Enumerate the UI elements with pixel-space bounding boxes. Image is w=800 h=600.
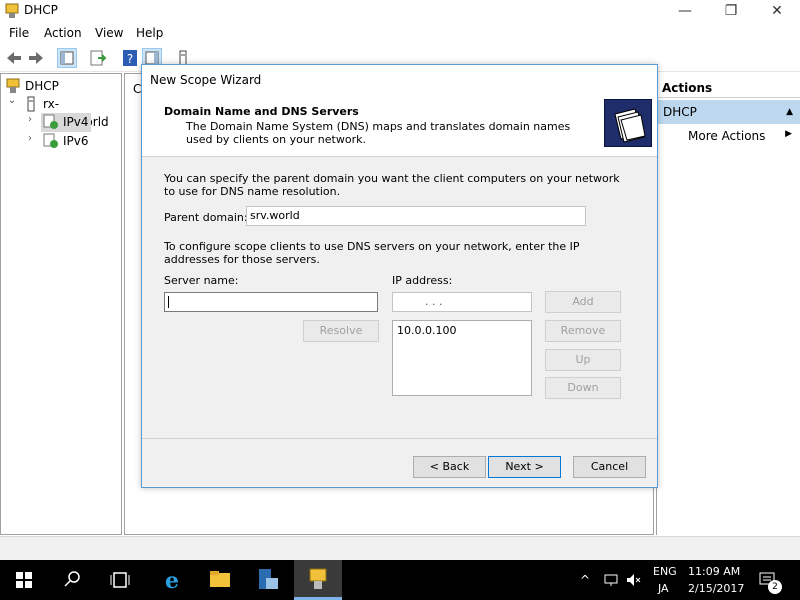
ipv6-node-icon [43,133,59,149]
tree-ipv4-label: IPv4 [63,115,89,129]
menu-bar: File Action View Help [0,22,800,44]
more-actions-link[interactable]: More Actions [688,127,765,145]
new-scope-wizard-dialog: New Scope Wizard Domain Name and DNS Ser… [141,64,658,488]
console-tree: DHCP ⌄ rx-7.srv.world › IPv4 › IPv6 [0,73,122,535]
ip-address-input[interactable]: . . . [392,292,532,312]
ip-address-list[interactable]: 10.0.0.100 [392,320,532,396]
close-button[interactable]: ✕ [754,0,800,22]
next-button[interactable]: Next > [488,456,561,478]
actions-section-label: DHCP [663,105,697,119]
actions-pane: Actions DHCP ▲ More Actions ▶ [656,73,800,535]
network-icon[interactable] [603,572,619,588]
chevron-right-icon[interactable]: › [25,133,35,151]
dhcp-root-icon [5,78,21,94]
server-node-icon [23,96,39,112]
menu-view[interactable]: View [95,26,123,40]
actions-header: Actions [657,78,800,98]
export-list-icon[interactable] [88,48,108,68]
back-arrow-icon[interactable] [4,48,24,68]
help-icon[interactable]: ? [120,48,140,68]
down-button[interactable]: Down [545,377,621,399]
chevron-down-icon[interactable]: ⌄ [7,95,17,113]
windows-start-icon[interactable] [0,560,48,600]
maximize-button[interactable]: ❐ [708,0,754,22]
notification-count-badge: 2 [768,580,782,594]
input-mode-indicator[interactable]: JA [658,582,669,596]
speaker-muted-icon[interactable] [625,572,641,588]
add-button[interactable]: Add [545,291,621,313]
chevron-right-icon[interactable]: › [25,114,35,132]
language-indicator[interactable]: ENG [653,565,677,579]
parent-domain-label: Parent domain: [164,211,248,224]
submenu-arrow-icon: ▶ [785,129,792,139]
menu-action[interactable]: Action [44,26,82,40]
wizard-title: New Scope Wizard [142,65,657,95]
title-bar: DHCP — ❐ ✕ [0,0,800,22]
forward-arrow-icon[interactable] [26,48,46,68]
taskbar: e ^ ENG JA 11:09 AM 2/15/2017 2 [0,560,800,600]
search-icon[interactable] [48,560,96,600]
tree-server[interactable]: rx-7.srv.world [43,95,121,129]
up-button[interactable]: Up [545,349,621,371]
remove-button[interactable]: Remove [545,320,621,342]
menu-file[interactable]: File [9,26,29,40]
clock-date[interactable]: 2/15/2017 [688,582,744,596]
ip-address-label: IP address: [392,274,453,287]
window-title: DHCP [24,3,58,17]
tree-dhcp-root[interactable]: DHCP [25,77,59,95]
scope-dns-text: To configure scope clients to use DNS se… [164,240,580,266]
chevron-up-icon[interactable]: ^ [580,573,594,587]
ip-list-item[interactable]: 10.0.0.100 [397,324,456,337]
svg-text:e: e [165,568,179,594]
server-manager-icon[interactable] [244,560,292,600]
minimize-button[interactable]: — [662,0,708,22]
ipv4-node-icon [43,114,59,130]
parent-domain-input[interactable]: srv.world [246,206,586,226]
dhcp-taskbar-icon[interactable] [294,560,342,600]
tree-ipv4-selected[interactable]: IPv4 [41,113,91,132]
show-hide-console-tree-icon[interactable] [57,48,77,68]
file-explorer-icon[interactable] [196,560,244,600]
svg-text:?: ? [127,52,133,66]
wizard-separator [142,438,657,439]
folders-icon [604,99,652,147]
server-name-label: Server name: [164,274,239,287]
clock-time[interactable]: 11:09 AM [688,565,740,579]
tree-ipv6[interactable]: IPv6 [63,132,89,150]
back-button[interactable]: < Back [413,456,486,478]
text-cursor [168,296,169,308]
status-bar [0,536,800,560]
task-view-icon[interactable] [96,560,144,600]
dhcp-app-icon [4,3,20,19]
wizard-heading: Domain Name and DNS Servers [164,105,359,118]
wizard-header: Domain Name and DNS Servers The Domain N… [142,95,657,157]
resolve-button[interactable]: Resolve [303,320,379,342]
cancel-button[interactable]: Cancel [573,456,646,478]
server-name-input[interactable] [164,292,378,312]
actions-section-dhcp[interactable]: DHCP ▲ [657,100,800,124]
internet-explorer-icon[interactable]: e [148,560,196,600]
menu-help[interactable]: Help [136,26,163,40]
wizard-subheading: The Domain Name System (DNS) maps and tr… [186,120,571,146]
intro-text: You can specify the parent domain you wa… [164,172,620,198]
collapse-triangle-icon: ▲ [786,107,793,117]
